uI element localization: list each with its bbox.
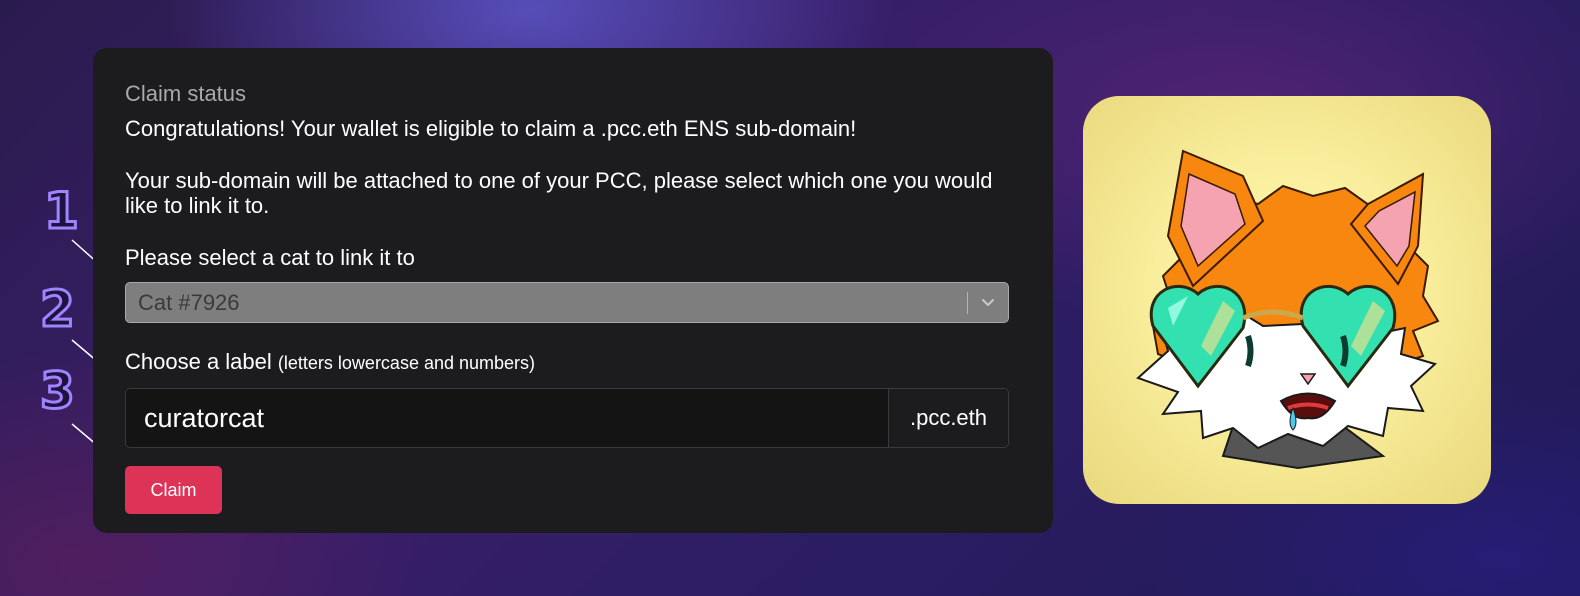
claim-button[interactable]: Claim	[125, 466, 222, 514]
label-field-title: Choose a label (letters lowercase and nu…	[125, 349, 535, 375]
chevron-down-icon[interactable]	[968, 282, 1008, 323]
claim-card: Claim status Congratulations! Your walle…	[93, 48, 1053, 533]
step-3-marker: 3	[39, 362, 77, 420]
domain-suffix: .pcc.eth	[888, 389, 1008, 447]
cat-image	[1083, 96, 1491, 504]
claim-status-title: Claim status	[125, 81, 247, 106]
eligibility-message: Congratulations! Your wallet is eligible…	[125, 116, 857, 141]
cat-select-value: Cat #7926	[138, 289, 240, 315]
label-input-group: .pcc.eth	[125, 388, 1009, 448]
cat-select-label: Please select a cat to link it to	[125, 245, 415, 270]
label-input[interactable]	[126, 389, 888, 447]
step-2-marker: 2	[39, 280, 77, 338]
label-title-text: Choose a label	[125, 349, 272, 374]
cat-select[interactable]: Cat #7926	[125, 282, 1009, 323]
subdomain-explanation: Your sub-domain will be attached to one …	[125, 168, 993, 218]
step-1-marker: 1	[43, 182, 81, 240]
cat-illustration	[1136, 149, 1440, 470]
label-hint: (letters lowercase and numbers)	[277, 353, 536, 373]
